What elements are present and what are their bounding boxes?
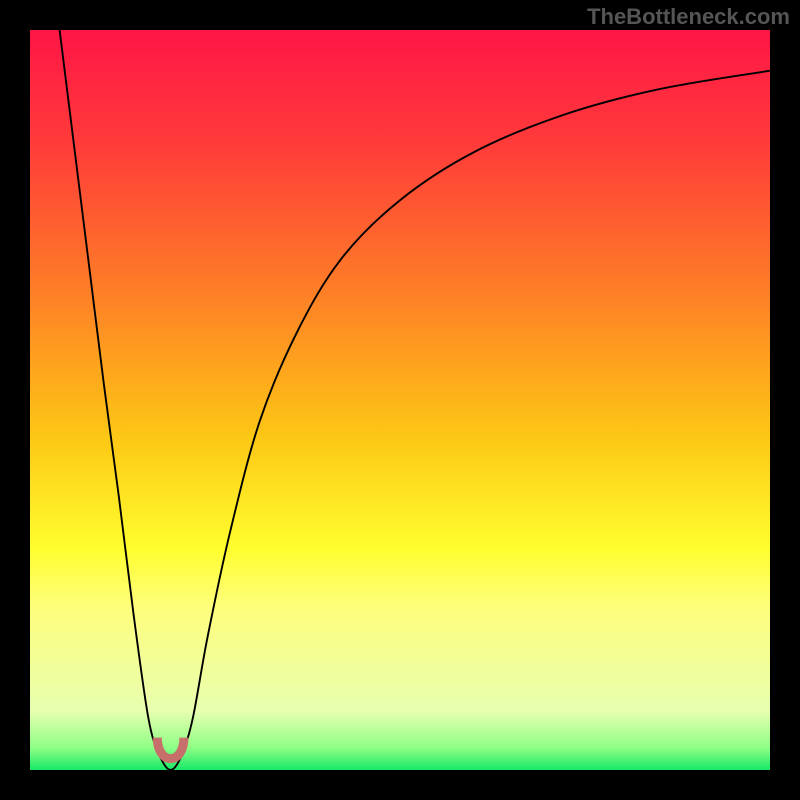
source-annotation: TheBottleneck.com [587,4,790,30]
gradient-background [30,30,770,770]
chart-container: TheBottleneck.com [0,0,800,800]
chart-svg [30,30,770,770]
plot-area [30,30,770,770]
